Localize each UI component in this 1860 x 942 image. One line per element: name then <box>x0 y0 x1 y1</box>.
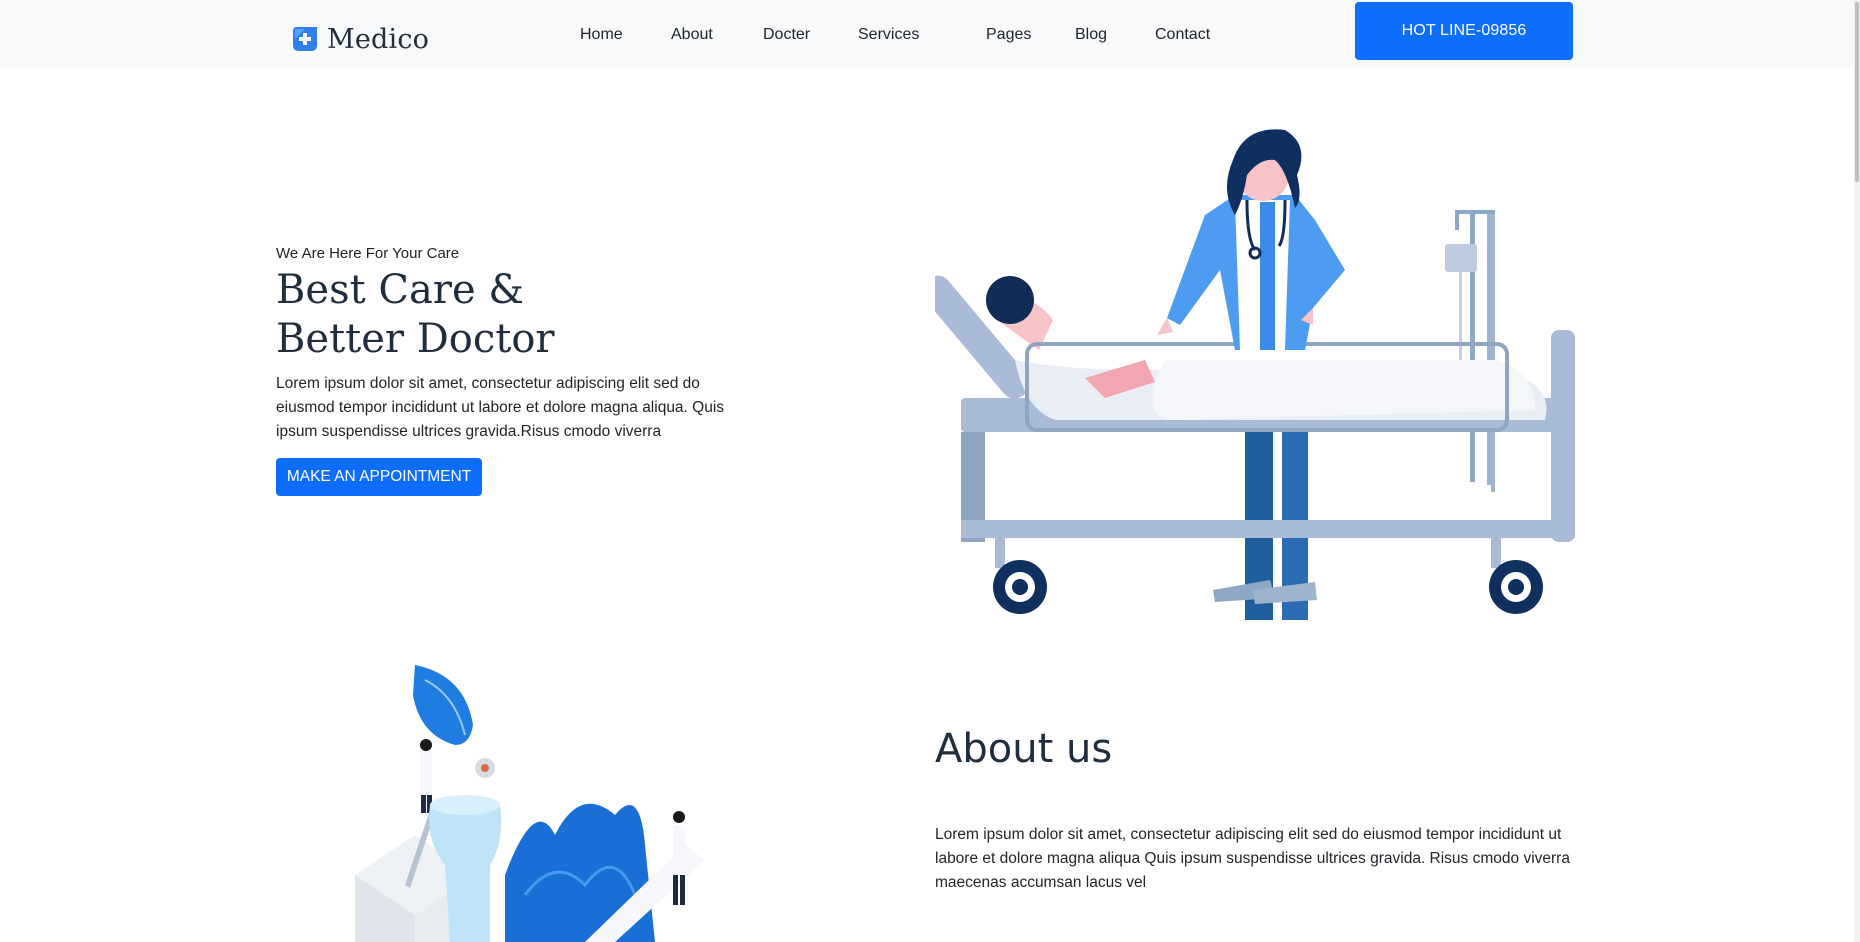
hero-title-line-2: Better Doctor <box>276 316 555 362</box>
brand-logo[interactable]: Medico <box>291 22 429 56</box>
nav-contact[interactable]: Contact <box>1155 26 1210 44</box>
scrollbar-thumb[interactable] <box>1855 2 1859 182</box>
nav-home[interactable]: Home <box>580 26 623 44</box>
doctor-patient-illustration <box>935 129 1575 620</box>
about-title: About us <box>935 726 1113 772</box>
medical-cross-icon <box>293 27 317 51</box>
lab-research-illustration <box>355 665 705 942</box>
make-appointment-button[interactable]: MAKE AN APPOINTMENT <box>276 458 482 496</box>
hero-description: Lorem ipsum dolor sit amet, consectetur … <box>276 375 725 440</box>
iv-stand <box>1445 210 1495 492</box>
hero-title: Best Care & Better Doctor <box>276 266 555 364</box>
nav-about[interactable]: About <box>671 26 713 44</box>
hero-eyebrow: We Are Here For Your Care <box>276 245 460 262</box>
nav-docter[interactable]: Docter <box>763 26 810 44</box>
nav-blog[interactable]: Blog <box>1075 26 1107 44</box>
about-description: Lorem ipsum dolor sit amet, consectetur … <box>935 826 1570 891</box>
nav-services[interactable]: Services <box>858 26 919 44</box>
top-navbar <box>0 0 1860 68</box>
hotline-button[interactable]: HOT LINE-09856 <box>1355 2 1573 60</box>
brand-name: Medico <box>327 23 430 55</box>
hero-title-line-1: Best Care & <box>276 267 524 313</box>
nav-pages[interactable]: Pages <box>986 26 1031 44</box>
